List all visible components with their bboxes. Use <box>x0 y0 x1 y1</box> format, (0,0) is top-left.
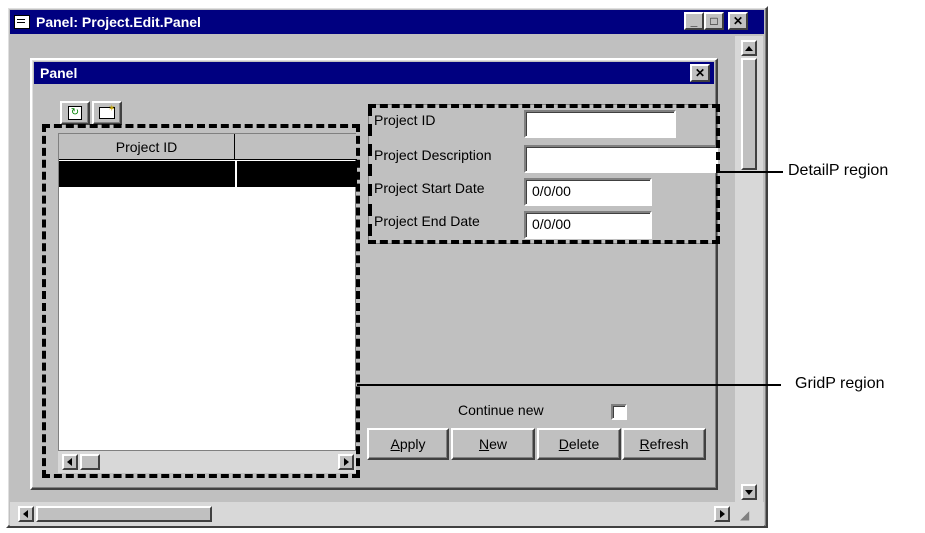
continue-new-label: Continue new <box>458 402 544 418</box>
minimize-icon: _ <box>690 14 698 28</box>
refresh-tool-button[interactable]: ↻ <box>60 101 90 125</box>
horizontal-scrollbar[interactable]: ◢ <box>10 502 764 526</box>
maximize-icon: □ <box>710 14 718 28</box>
inner-close-button[interactable]: ✕ <box>690 64 710 82</box>
scroll-left-button[interactable] <box>18 506 34 522</box>
scroll-up-button[interactable] <box>741 40 757 56</box>
detailp-left-edge <box>368 104 372 244</box>
refresh-icon: ↻ <box>68 106 82 120</box>
refresh-button[interactable]: Refresh <box>622 428 706 460</box>
scroll-down-button[interactable] <box>741 484 757 500</box>
continue-new-checkbox[interactable] <box>611 404 627 420</box>
new-record-tool-button[interactable]: ✶ <box>92 101 122 125</box>
new-button[interactable]: New <box>451 428 535 460</box>
detailp-callout-label: DetailP region <box>788 162 889 179</box>
inner-panel-title: Panel <box>40 65 78 81</box>
gridp-callout-line <box>357 384 781 386</box>
scroll-thumb-vertical[interactable] <box>741 58 757 170</box>
outer-window-title: Panel: Project.Edit.Panel <box>36 14 201 30</box>
vertical-scrollbar[interactable] <box>735 36 763 502</box>
scroll-right-button[interactable] <box>714 506 730 522</box>
gridp-callout-label: GridP region <box>795 375 885 392</box>
detailp-callout-line <box>716 171 783 173</box>
resize-grip-icon[interactable]: ◢ <box>740 508 749 522</box>
maximize-button[interactable]: □ <box>704 12 724 30</box>
minimize-button[interactable]: _ <box>684 12 704 30</box>
close-icon: ✕ <box>732 14 744 28</box>
window-app-icon <box>14 15 30 29</box>
gridp-region-outline <box>42 124 360 478</box>
outer-title-bar[interactable]: Panel: Project.Edit.Panel <box>10 10 764 34</box>
close-icon: ✕ <box>694 66 706 80</box>
inner-title-bar[interactable]: Panel <box>34 62 714 84</box>
apply-button[interactable]: Apply <box>367 428 449 460</box>
close-window-button[interactable]: ✕ <box>728 12 748 30</box>
detailp-region-outline <box>368 104 720 244</box>
new-record-icon: ✶ <box>99 103 116 119</box>
scroll-thumb-horizontal[interactable] <box>36 506 212 522</box>
delete-button[interactable]: Delete <box>537 428 621 460</box>
